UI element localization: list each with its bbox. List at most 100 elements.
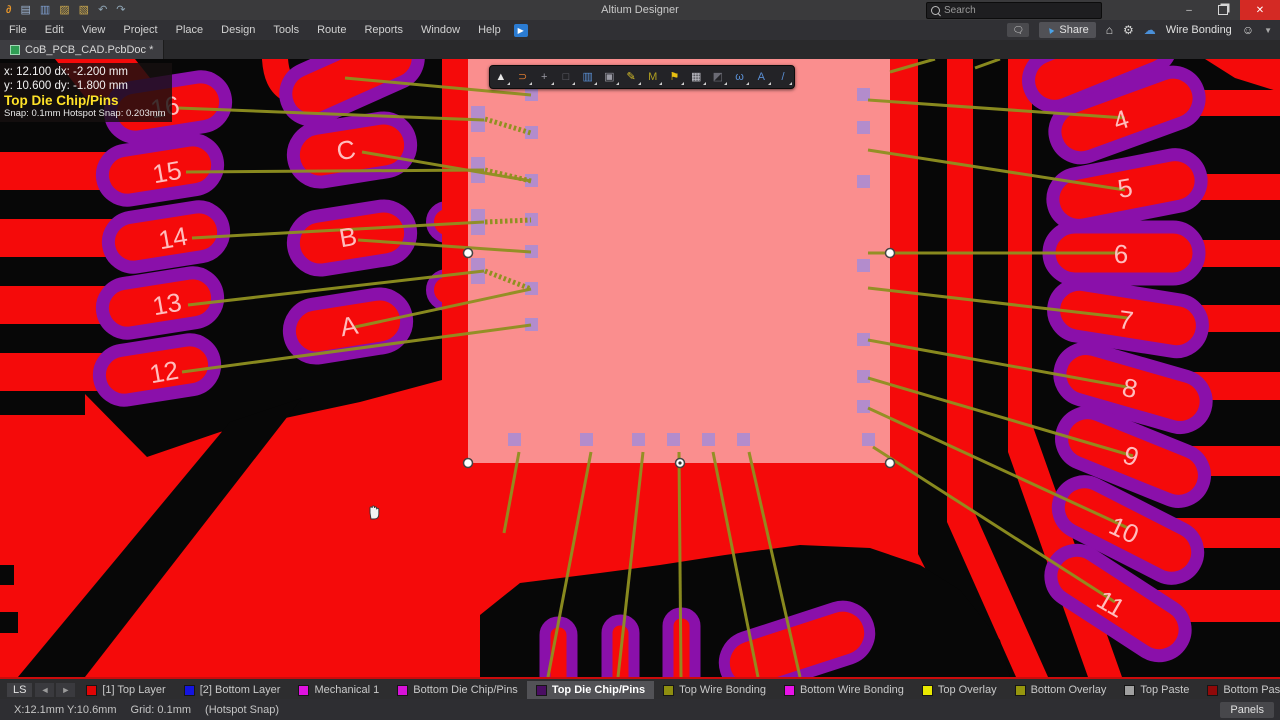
layer-tab-label: Top Die Chip/Pins [552,684,645,696]
move-crosshair-icon[interactable]: + [535,68,554,86]
string-icon[interactable]: A [752,68,771,86]
user-caret-icon[interactable]: ▼ [1264,26,1272,35]
layer-color-swatch [184,685,195,696]
layer-tab-label: Bottom Wire Bonding [800,684,904,696]
layer-color-swatch [86,685,97,696]
pcb-canvas[interactable]: 16 15 14 13 12 C B A 4 5 6 7 8 9 10 11 [0,59,1280,677]
layer-tab-label: Top Paste [1140,684,1189,696]
new-doc-icon[interactable]: ▤ [20,0,30,20]
snap-magnet-icon[interactable]: ⊃ [513,68,532,86]
route-icon[interactable]: ✎ [622,68,641,86]
layer-tab-label: Mechanical 1 [314,684,379,696]
hud-x-readout: x: 12.100 dx: -2.200 mm [4,65,166,79]
svg-text:15: 15 [150,155,184,190]
svg-text:6: 6 [1114,239,1128,269]
settings-gear-icon[interactable]: ⚙ [1123,23,1134,37]
home-icon[interactable]: ⌂ [1106,23,1113,37]
layer-tab-label: Top Wire Bonding [679,684,766,696]
room-icon[interactable]: □ [556,68,575,86]
menu-help[interactable]: Help [469,20,510,40]
layer-tab-top-overlay[interactable]: Top Overlay [913,681,1006,699]
keepout-icon[interactable]: ω [730,68,749,86]
close-button[interactable]: ✕ [1240,0,1280,20]
hud-snap-info: Snap: 0.1mm Hotspot Snap: 0.203mm [4,108,166,119]
menu-place[interactable]: Place [167,20,213,40]
differential-pair-icon[interactable]: M [643,68,662,86]
layer-color-swatch [1015,685,1026,696]
menu-design[interactable]: Design [212,20,264,40]
document-tab[interactable]: CoB_PCB_CAD.PcbDoc * [0,40,164,59]
grid-readout: Grid: 0.1mm [131,704,192,716]
layer-tab-bottom-die-chip-pins[interactable]: Bottom Die Chip/Pins [388,681,527,699]
polygon-icon[interactable]: ◩ [708,68,727,86]
layer-color-swatch [397,685,408,696]
open-project-icon[interactable]: ▧ [79,0,89,20]
share-button[interactable]: ▲ Share [1039,22,1095,38]
via-icon[interactable]: ⚑ [665,68,684,86]
layer-tab-top-die-chip-pins[interactable]: Top Die Chip/Pins [527,681,654,699]
cloud-icon: ☁ [1144,23,1156,37]
hud-active-layer: Top Die Chip/Pins [4,93,166,108]
layer-tab-top-paste[interactable]: Top Paste [1115,681,1198,699]
layer-tab-label: Top Overlay [938,684,997,696]
altium-logo-icon: ∂ [6,0,11,20]
menu-reports[interactable]: Reports [355,20,412,40]
active-bar-toolbar: ▲⊃+□▥▣✎M⚑▦◩ωA/ [489,65,795,89]
layer-color-swatch [1124,685,1135,696]
search-icon [931,6,940,15]
comment-icon[interactable]: 🗨 [1007,23,1029,37]
layer-set-button[interactable]: LS [7,683,32,697]
pcb-drawing[interactable]: 16 15 14 13 12 C B A 4 5 6 7 8 9 10 11 [0,59,1280,677]
hud-y-readout: y: 10.600 dy: -1.800 mm [4,79,166,93]
layer-color-swatch [784,685,795,696]
layers-scroll-right[interactable]: ► [56,683,75,697]
share-arrow-icon: ▲ [1044,23,1057,36]
cursor-coordinates: X:12.1mm Y:10.6mm [14,704,117,716]
layer-tab-label: Bottom Paste [1223,684,1280,696]
layer-tab-bottom-overlay[interactable]: Bottom Overlay [1006,681,1116,699]
component-icon[interactable]: ▥ [578,68,597,86]
layer-tab-mechanical-1[interactable]: Mechanical 1 [289,681,388,699]
menu-window[interactable]: Window [412,20,469,40]
layer-color-swatch [922,685,933,696]
layer-tab-label: Bottom Overlay [1031,684,1107,696]
layers-scroll-left[interactable]: ◄ [35,683,54,697]
minimize-button[interactable]: – [1172,0,1206,20]
search-input[interactable]: Search [926,2,1102,19]
copy-doc-icon[interactable]: ▥ [40,0,50,20]
layer-tab--1-top-layer[interactable]: [1] Top Layer [77,681,174,699]
line-icon[interactable]: / [773,68,792,86]
menu-edit[interactable]: Edit [36,20,73,40]
layer-tab-bottom-paste[interactable]: Bottom Paste [1198,681,1280,699]
redo-icon[interactable]: ↷ [116,0,125,20]
heads-up-display: x: 12.100 dx: -2.200 mm y: 10.600 dy: -1… [0,63,172,122]
workspace-label[interactable]: Wire Bonding [1166,24,1232,36]
layer-color-swatch [536,685,547,696]
menu-project[interactable]: Project [114,20,166,40]
layer-tab-label: Bottom Die Chip/Pins [413,684,518,696]
iso-routing-icon[interactable]: ▦ [687,68,706,86]
snap-mode: (Hotspot Snap) [205,704,279,716]
layer-tab-top-wire-bonding[interactable]: Top Wire Bonding [654,681,775,699]
layer-tab-bar: LS ◄ ► [1] Top Layer [2] Bottom Layer Mech… [0,677,1280,701]
run-icon[interactable]: ▶ [514,24,528,37]
open-folder-icon[interactable]: ▨ [59,0,69,20]
layer-color-swatch [663,685,674,696]
panels-button[interactable]: Panels [1220,702,1274,718]
select-filter-icon[interactable]: ▲ [491,68,510,86]
pad-icon[interactable]: ▣ [600,68,619,86]
layer-tab-label: [1] Top Layer [102,684,165,696]
layer-tab--2-bottom-layer[interactable]: [2] Bottom Layer [175,681,290,699]
menu-tools[interactable]: Tools [264,20,308,40]
menu-file[interactable]: File [0,20,36,40]
user-icon[interactable]: ☺ [1242,23,1254,37]
menu-bar: FileEditViewProjectPlaceDesignToolsRoute… [0,20,1280,40]
layer-tab-bottom-wire-bonding[interactable]: Bottom Wire Bonding [775,681,913,699]
menu-route[interactable]: Route [308,20,355,40]
die-chip-overlay[interactable] [468,59,890,463]
svg-text:13: 13 [150,287,184,322]
undo-icon[interactable]: ↶ [98,0,107,20]
restore-button[interactable] [1206,0,1240,20]
menu-view[interactable]: View [73,20,115,40]
pcbdoc-icon [10,45,20,55]
